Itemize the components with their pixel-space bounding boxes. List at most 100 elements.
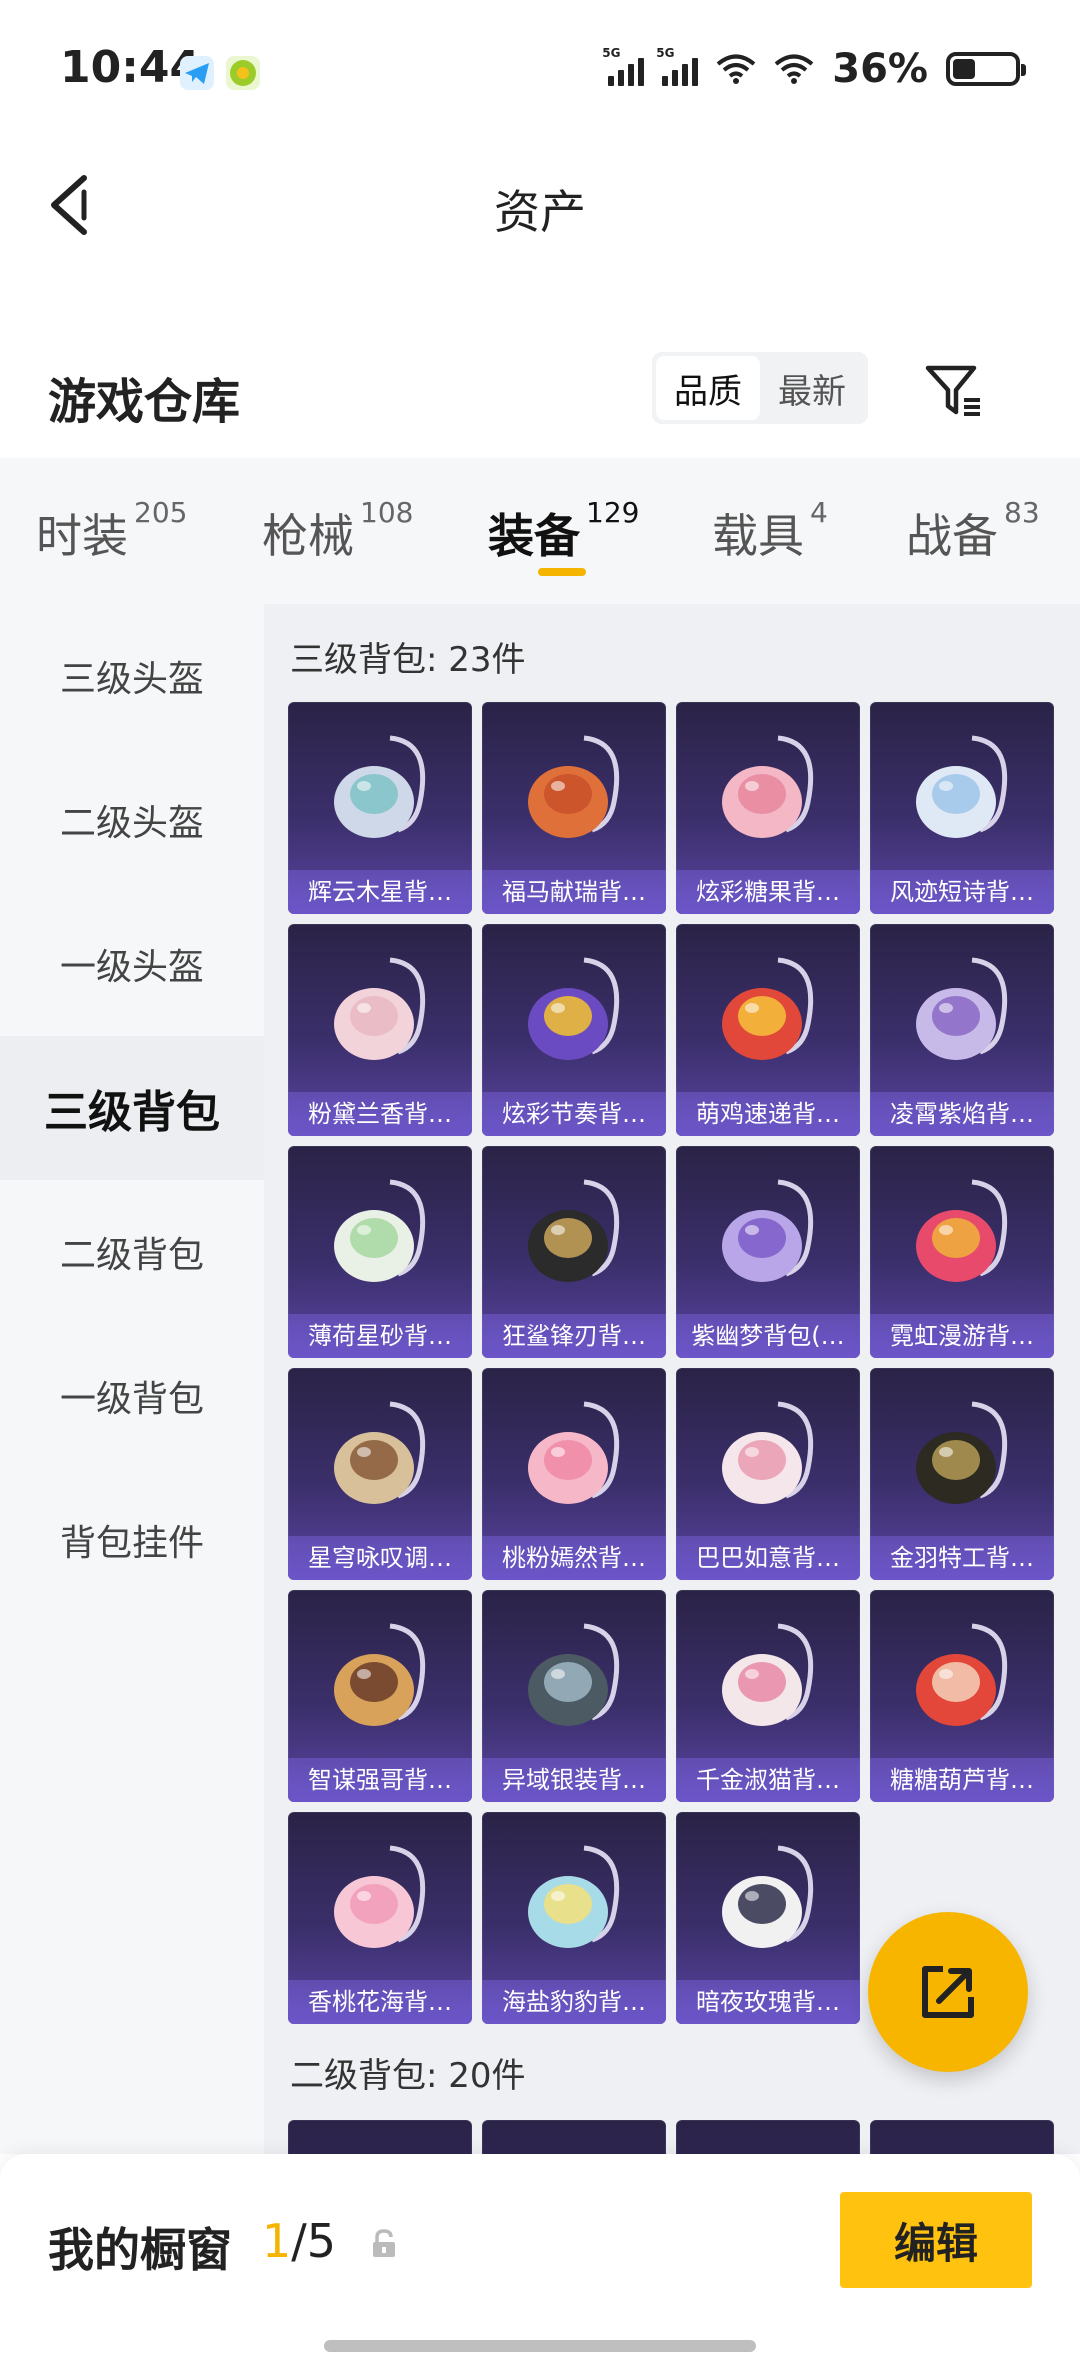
- item-card[interactable]: 暗夜玫瑰背…: [676, 1812, 860, 2024]
- section-title: 三级背包: 23件: [290, 640, 526, 680]
- item-card[interactable]: 巴巴如意背…: [676, 1368, 860, 1580]
- item-name: 紫幽梦背包(…: [676, 1314, 860, 1358]
- item-name: 福马献瑞背…: [482, 870, 666, 914]
- backpack-icon: [334, 1179, 426, 1282]
- item-card[interactable]: 萌鸡速递背…: [676, 924, 860, 1136]
- battery-percent: 36%: [832, 46, 928, 92]
- sort-quality-button[interactable]: 品质: [656, 356, 760, 420]
- item-grid: [288, 2120, 1054, 2154]
- lock-icon: [373, 2229, 395, 2257]
- item-name: 霓虹漫游背…: [870, 1314, 1054, 1358]
- item-card[interactable]: 福马献瑞背…: [482, 702, 666, 914]
- item-card[interactable]: [288, 2120, 472, 2154]
- item-name: 暗夜玫瑰背…: [676, 1980, 860, 2024]
- item-card[interactable]: 紫幽梦背包(…: [676, 1146, 860, 1358]
- share-button[interactable]: [868, 1912, 1028, 2072]
- item-card[interactable]: 香桃花海背…: [288, 1812, 472, 2024]
- backpack-icon: [528, 1623, 620, 1726]
- item-card[interactable]: 狂鲨锋刃背…: [482, 1146, 666, 1358]
- sidebar-item-backpack-3[interactable]: 三级背包: [0, 1036, 264, 1180]
- item-grid: 辉云木星背… 福马献瑞背… 炫彩糖果背… 风迹短诗背… 粉黛兰香背… 炫彩节奏背…: [288, 702, 1054, 2024]
- signal-icon: 5G: [602, 46, 645, 86]
- page-title: 资产: [494, 185, 586, 239]
- backpack-icon: [916, 1401, 1008, 1504]
- item-name: 智谋强哥背…: [288, 1758, 472, 1802]
- item-card[interactable]: 薄荷星砂背…: [288, 1146, 472, 1358]
- tab-equipment[interactable]: 装备 129: [488, 496, 639, 566]
- sidebar-item-backpack-2[interactable]: 二级背包: [0, 1180, 264, 1324]
- active-tab-indicator: [538, 568, 586, 576]
- item-name: 炫彩节奏背…: [482, 1092, 666, 1136]
- status-indicators: 5G 5G 36%: [602, 46, 1026, 92]
- item-card[interactable]: 凌霄紫焰背…: [870, 924, 1054, 1136]
- category-tabs: 时装 205 枪械 108 装备 129 载具 4 战备 83: [0, 458, 1080, 604]
- item-name: 糖糖葫芦背…: [870, 1758, 1054, 1802]
- item-card[interactable]: 异域银装背…: [482, 1590, 666, 1802]
- item-name: 异域银装背…: [482, 1758, 666, 1802]
- backpack-icon: [722, 1179, 814, 1282]
- home-indicator[interactable]: [324, 2340, 756, 2352]
- item-name: 粉黛兰香背…: [288, 1092, 472, 1136]
- item-name: 薄荷星砂背…: [288, 1314, 472, 1358]
- sort-latest-button[interactable]: 最新: [760, 356, 864, 420]
- item-name: 千金淑猫背…: [676, 1758, 860, 1802]
- item-card[interactable]: 粉黛兰香背…: [288, 924, 472, 1136]
- backpack-icon: [916, 735, 1008, 838]
- item-card[interactable]: 千金淑猫背…: [676, 1590, 860, 1802]
- sort-toggle: 品质 最新: [652, 352, 868, 424]
- backpack-icon: [334, 1623, 426, 1726]
- sidebar-item-backpack-1[interactable]: 一级背包: [0, 1324, 264, 1468]
- item-card[interactable]: 星穹咏叹调…: [288, 1368, 472, 1580]
- backpack-icon: [916, 1179, 1008, 1282]
- item-card[interactable]: 炫彩糖果背…: [676, 702, 860, 914]
- backpack-icon: [334, 1401, 426, 1504]
- item-name: 萌鸡速递背…: [676, 1092, 860, 1136]
- warehouse-header: 游戏仓库 品质 最新: [0, 330, 1080, 460]
- item-card[interactable]: 炫彩节奏背…: [482, 924, 666, 1136]
- item-card[interactable]: 糖糖葫芦背…: [870, 1590, 1054, 1802]
- backpack-icon: [528, 957, 620, 1060]
- item-card[interactable]: [870, 2120, 1054, 2154]
- sidebar-item-helmet-2[interactable]: 二级头盔: [0, 748, 264, 892]
- showcase-label: 我的橱窗: [48, 2223, 232, 2277]
- item-card[interactable]: 金羽特工背…: [870, 1368, 1054, 1580]
- backpack-icon: [528, 1401, 620, 1504]
- subcategory-sidebar: 三级头盔 二级头盔 一级头盔 三级背包 二级背包 一级背包 背包挂件: [0, 604, 264, 2154]
- sidebar-item-backpack-charm[interactable]: 背包挂件: [0, 1468, 264, 1612]
- tab-vehicles[interactable]: 载具 4: [712, 496, 828, 566]
- item-card[interactable]: 智谋强哥背…: [288, 1590, 472, 1802]
- telegram-app-icon: [180, 56, 214, 90]
- filter-icon[interactable]: [918, 354, 990, 426]
- backpack-icon: [722, 1623, 814, 1726]
- backpack-icon: [722, 1845, 814, 1948]
- tab-weapons[interactable]: 枪械 108: [262, 496, 413, 566]
- app-header: 资产: [0, 140, 1080, 270]
- item-card[interactable]: [482, 2120, 666, 2154]
- share-icon: [922, 1966, 974, 2018]
- item-name: 巴巴如意背…: [676, 1536, 860, 1580]
- backpack-icon: [528, 1179, 620, 1282]
- item-card[interactable]: 海盐豹豹背…: [482, 1812, 666, 2024]
- item-card[interactable]: 霓虹漫游背…: [870, 1146, 1054, 1358]
- signal-icon: 5G: [656, 46, 699, 86]
- sidebar-item-helmet-1[interactable]: 一级头盔: [0, 892, 264, 1036]
- sidebar-item-helmet-3[interactable]: 三级头盔: [0, 604, 264, 748]
- item-name: 桃粉嫣然背…: [482, 1536, 666, 1580]
- backpack-icon: [916, 957, 1008, 1060]
- item-name: 风迹短诗背…: [870, 870, 1054, 914]
- item-card[interactable]: 辉云木星背…: [288, 702, 472, 914]
- tab-fashion[interactable]: 时装 205: [36, 496, 187, 566]
- item-card[interactable]: 风迹短诗背…: [870, 702, 1054, 914]
- backpack-icon: [334, 957, 426, 1060]
- item-card[interactable]: 桃粉嫣然背…: [482, 1368, 666, 1580]
- edit-button[interactable]: 编辑: [840, 2192, 1032, 2288]
- backpack-icon: [916, 1623, 1008, 1726]
- app-notification-icon: [226, 56, 260, 90]
- item-card[interactable]: [676, 2120, 860, 2154]
- backpack-icon: [722, 957, 814, 1060]
- tab-supplies[interactable]: 战备 83: [906, 496, 1040, 566]
- item-name: 星穹咏叹调…: [288, 1536, 472, 1580]
- warehouse-title: 游戏仓库: [48, 374, 241, 430]
- backpack-icon: [334, 735, 426, 838]
- showcase-count: 1/5: [262, 2214, 337, 2268]
